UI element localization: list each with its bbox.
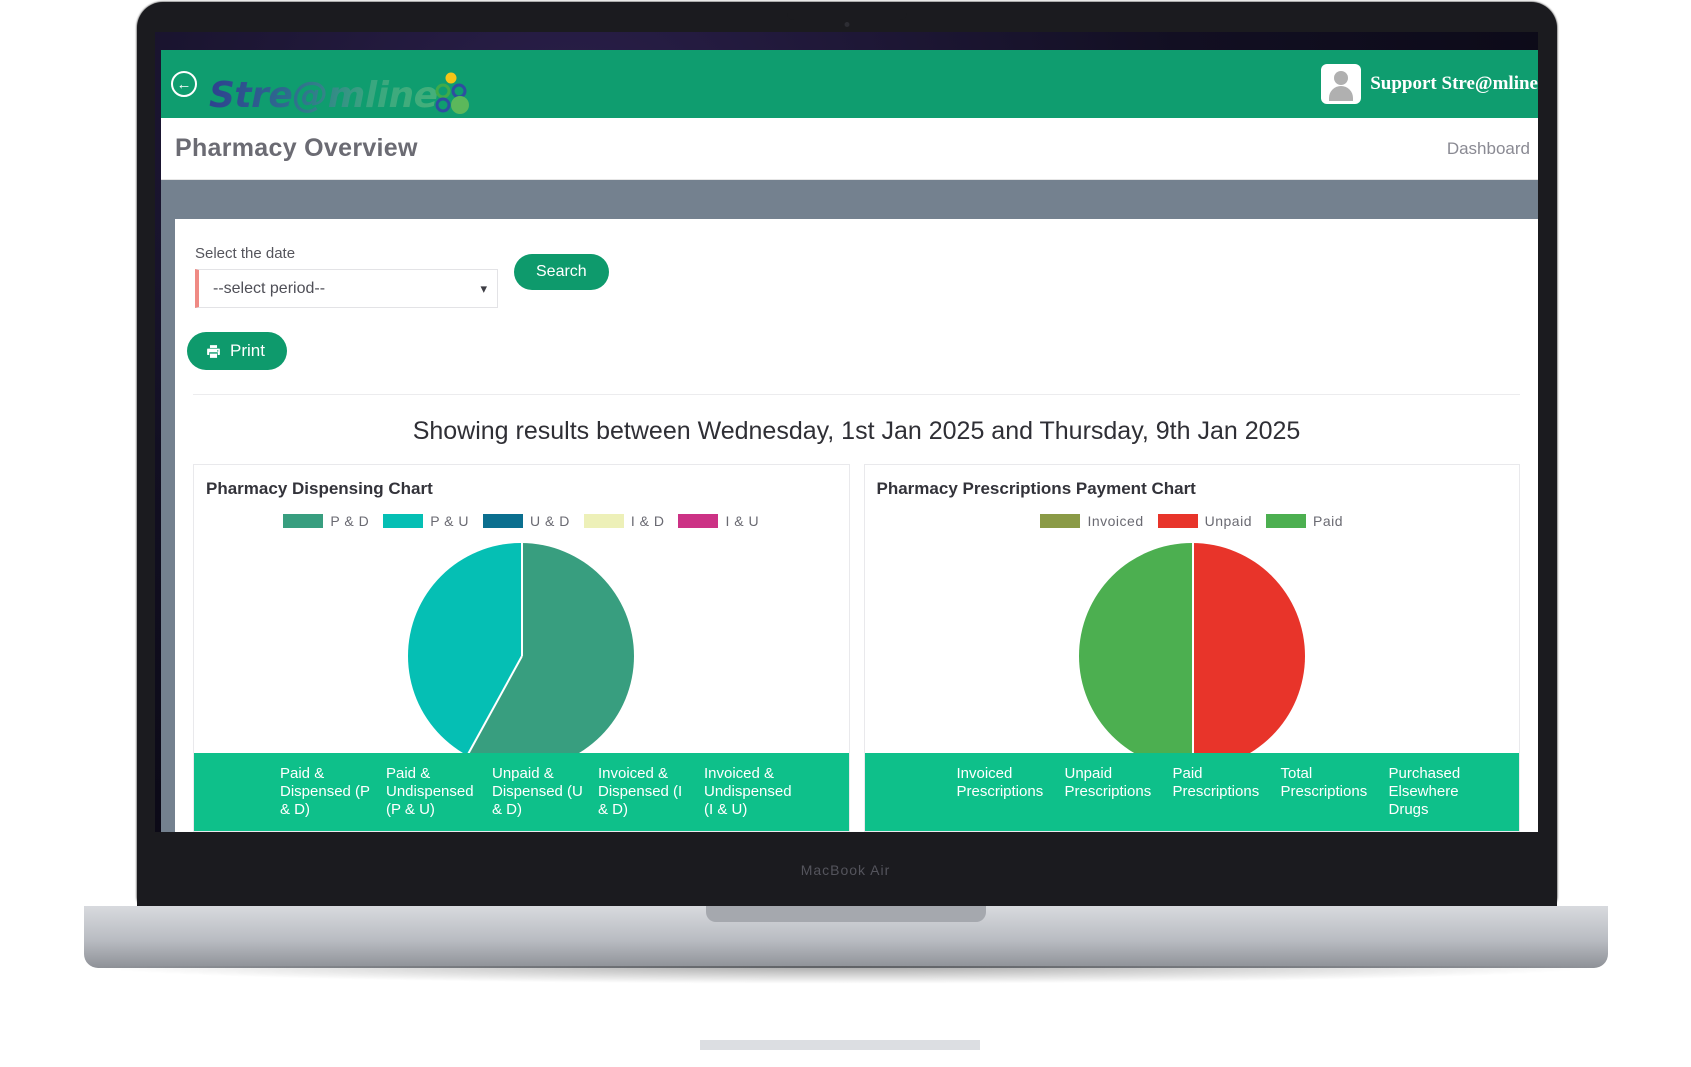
legend-swatch	[383, 514, 424, 528]
grey-separator-bar	[161, 180, 1538, 206]
legend-item[interactable]: I & U	[678, 513, 759, 529]
page-title: Pharmacy Overview	[175, 134, 418, 162]
legend-swatch	[483, 514, 524, 528]
pie-separator	[466, 655, 524, 756]
legend-label: I & D	[630, 513, 665, 529]
laptop-screen: ← Stre@mline Support Stre@mline Pharmacy…	[155, 32, 1538, 832]
chevron-down-icon: ▾	[480, 280, 487, 296]
payment-table-header: Invoiced Prescriptions Unpaid Prescriptio…	[864, 753, 1519, 831]
laptop-notch	[787, 6, 907, 20]
period-select-value: --select period--	[213, 279, 326, 297]
results-heading: Showing results between Wednesday, 1st J…	[412, 417, 1301, 445]
legend-swatch	[1157, 514, 1198, 528]
payment-chart-legend: Invoiced Unpaid Paid	[865, 499, 1520, 529]
legend-item[interactable]: Invoiced	[1040, 513, 1143, 529]
brand-name: Stre@mline	[209, 75, 438, 116]
legend-swatch	[1266, 514, 1306, 528]
period-select[interactable]: --select period-- ▾	[195, 269, 498, 308]
legend-swatch	[1040, 514, 1081, 528]
page-header: Pharmacy Overview Dashboard	[161, 118, 1538, 180]
pie-separator	[521, 543, 524, 656]
table-column-header: Paid & Dispensed (P & D)	[280, 765, 370, 818]
legend-item[interactable]: P & D	[283, 513, 369, 529]
user-menu[interactable]: Support Stre@mline	[1321, 64, 1538, 104]
dispensing-chart-panel: Pharmacy Dispensing Chart P & D P & U U & …	[193, 464, 850, 832]
print-button-label: Print	[230, 341, 265, 360]
table-column-header: Unpaid & Dispensed (U & D)	[492, 765, 583, 818]
payment-pie-chart[interactable]	[1078, 543, 1305, 769]
table-column-header: Paid & Undispensed (P & U)	[386, 765, 474, 818]
legend-label: P & D	[330, 513, 370, 529]
dispensing-pie-wrap	[194, 529, 849, 769]
laptop-foot	[705, 906, 986, 922]
table-column-header: Invoiced Prescriptions	[956, 765, 1044, 800]
legend-item[interactable]: Paid	[1266, 513, 1343, 529]
legend-swatch	[283, 514, 324, 528]
pie-separator	[1191, 543, 1194, 656]
content-card: Select the date --select period-- ▾ Sear…	[175, 219, 1538, 832]
legend-item[interactable]: I & D	[583, 513, 665, 529]
page-content: Select the date --select period-- ▾ Sear…	[161, 206, 1538, 832]
table-column-header: Paid Prescriptions	[1172, 765, 1260, 800]
payment-chart-title: Pharmacy Prescriptions Payment Chart	[876, 479, 1196, 498]
laptop-shadow	[84, 966, 1608, 984]
print-button[interactable]: Print	[187, 332, 287, 370]
table-column-header: Purchased Elsewhere Drugs	[1388, 765, 1461, 818]
legend-swatch	[678, 514, 719, 528]
legend-item[interactable]: U & D	[483, 513, 570, 529]
application-window: ← Stre@mline Support Stre@mline Pharmacy…	[161, 50, 1538, 832]
legend-label: Paid	[1313, 513, 1344, 529]
webcam-icon	[844, 22, 850, 27]
filter-row: Select the date --select period-- ▾ Sear…	[175, 219, 1538, 308]
brand-logo[interactable]: Stre@mline	[209, 50, 470, 118]
table-column-header: Invoiced & Dispensed (I & D)	[598, 765, 683, 818]
printer-icon	[205, 343, 222, 360]
brand-dots-svg	[435, 72, 469, 114]
user-name-label: Support Stre@mline	[1370, 73, 1538, 94]
legend-label: P & U	[430, 513, 470, 529]
dispensing-pie-chart[interactable]	[408, 543, 635, 769]
legend-label: Invoiced	[1087, 513, 1144, 529]
dispensing-table-header: Paid & Dispensed (P & D) Paid & Undispens…	[194, 753, 849, 831]
payment-chart-panel: Pharmacy Prescriptions Payment Chart Inv…	[863, 464, 1520, 832]
table-column-header: Unpaid Prescriptions	[1064, 765, 1152, 800]
legend-label: U & D	[530, 513, 570, 529]
table-column-header: Total Prescriptions	[1280, 765, 1368, 800]
date-filter-group: Select the date --select period-- ▾	[195, 245, 498, 308]
back-arrow-icon[interactable]: ←	[171, 71, 197, 97]
dispensing-chart-title: Pharmacy Dispensing Chart	[206, 479, 433, 498]
legend-label: I & U	[725, 513, 760, 529]
charts-row: Pharmacy Dispensing Chart P & D P & U U & …	[175, 464, 1538, 832]
table-column-header: Invoiced & Undispensed (I & U)	[704, 765, 792, 818]
payment-pie-wrap	[865, 529, 1520, 769]
search-button[interactable]: Search	[514, 254, 609, 290]
dispensing-chart-legend: P & DP & UU & DI & DI & U	[194, 499, 849, 529]
app-topbar: ← Stre@mline Support Stre@mline	[161, 50, 1538, 118]
legend-label: Unpaid	[1204, 513, 1252, 529]
breadcrumb[interactable]: Dashboard	[1447, 139, 1538, 159]
laptop-bottom-strip	[700, 1040, 980, 1050]
legend-swatch	[583, 514, 624, 528]
legend-item[interactable]: Unpaid	[1157, 513, 1252, 529]
user-avatar-icon	[1321, 64, 1362, 104]
screenshot-stage: ← Stre@mline Support Stre@mline Pharmacy…	[0, 0, 1691, 1067]
date-label: Select the date	[195, 245, 296, 262]
laptop-brand-label: MacBook Air	[800, 862, 891, 878]
brand-dots-icon	[434, 72, 470, 118]
legend-item[interactable]: P & U	[383, 513, 469, 529]
